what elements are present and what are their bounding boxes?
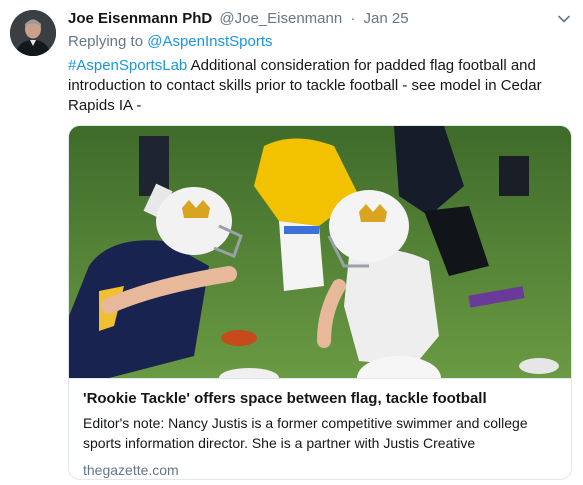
tweet-header: Joe Eisenmann PhD @Joe_Eisenmann · Jan 2… — [68, 9, 573, 29]
replying-to: Replying to @AspenInstSports — [68, 32, 273, 52]
separator-dot: · — [350, 10, 356, 27]
author-name[interactable]: Joe Eisenmann PhD — [68, 10, 212, 27]
author-handle[interactable]: @Joe_Eisenmann — [219, 10, 342, 27]
avatar[interactable] — [10, 10, 56, 56]
card-body[interactable]: 'Rookie Tackle' offers space between fla… — [69, 378, 571, 479]
chevron-down-icon[interactable] — [557, 12, 571, 26]
card-title[interactable]: 'Rookie Tackle' offers space between fla… — [83, 389, 559, 409]
tweet-timestamp[interactable]: Jan 25 — [364, 10, 409, 27]
replying-prefix: Replying to — [68, 33, 144, 50]
card-description: Editor's note: Nancy Justis is a former … — [83, 415, 528, 451]
tweet[interactable]: Joe Eisenmann PhD @Joe_Eisenmann · Jan 2… — [0, 0, 583, 485]
tweet-text: #AspenSportsLab Additional consideration… — [68, 56, 574, 116]
card-domain[interactable]: thegazette.com — [83, 461, 559, 479]
replying-mention-link[interactable]: @AspenInstSports — [147, 33, 272, 50]
card-image[interactable] — [69, 126, 571, 378]
link-card[interactable]: 'Rookie Tackle' offers space between fla… — [68, 125, 572, 480]
hashtag-link[interactable]: #AspenSportsLab — [68, 57, 187, 74]
